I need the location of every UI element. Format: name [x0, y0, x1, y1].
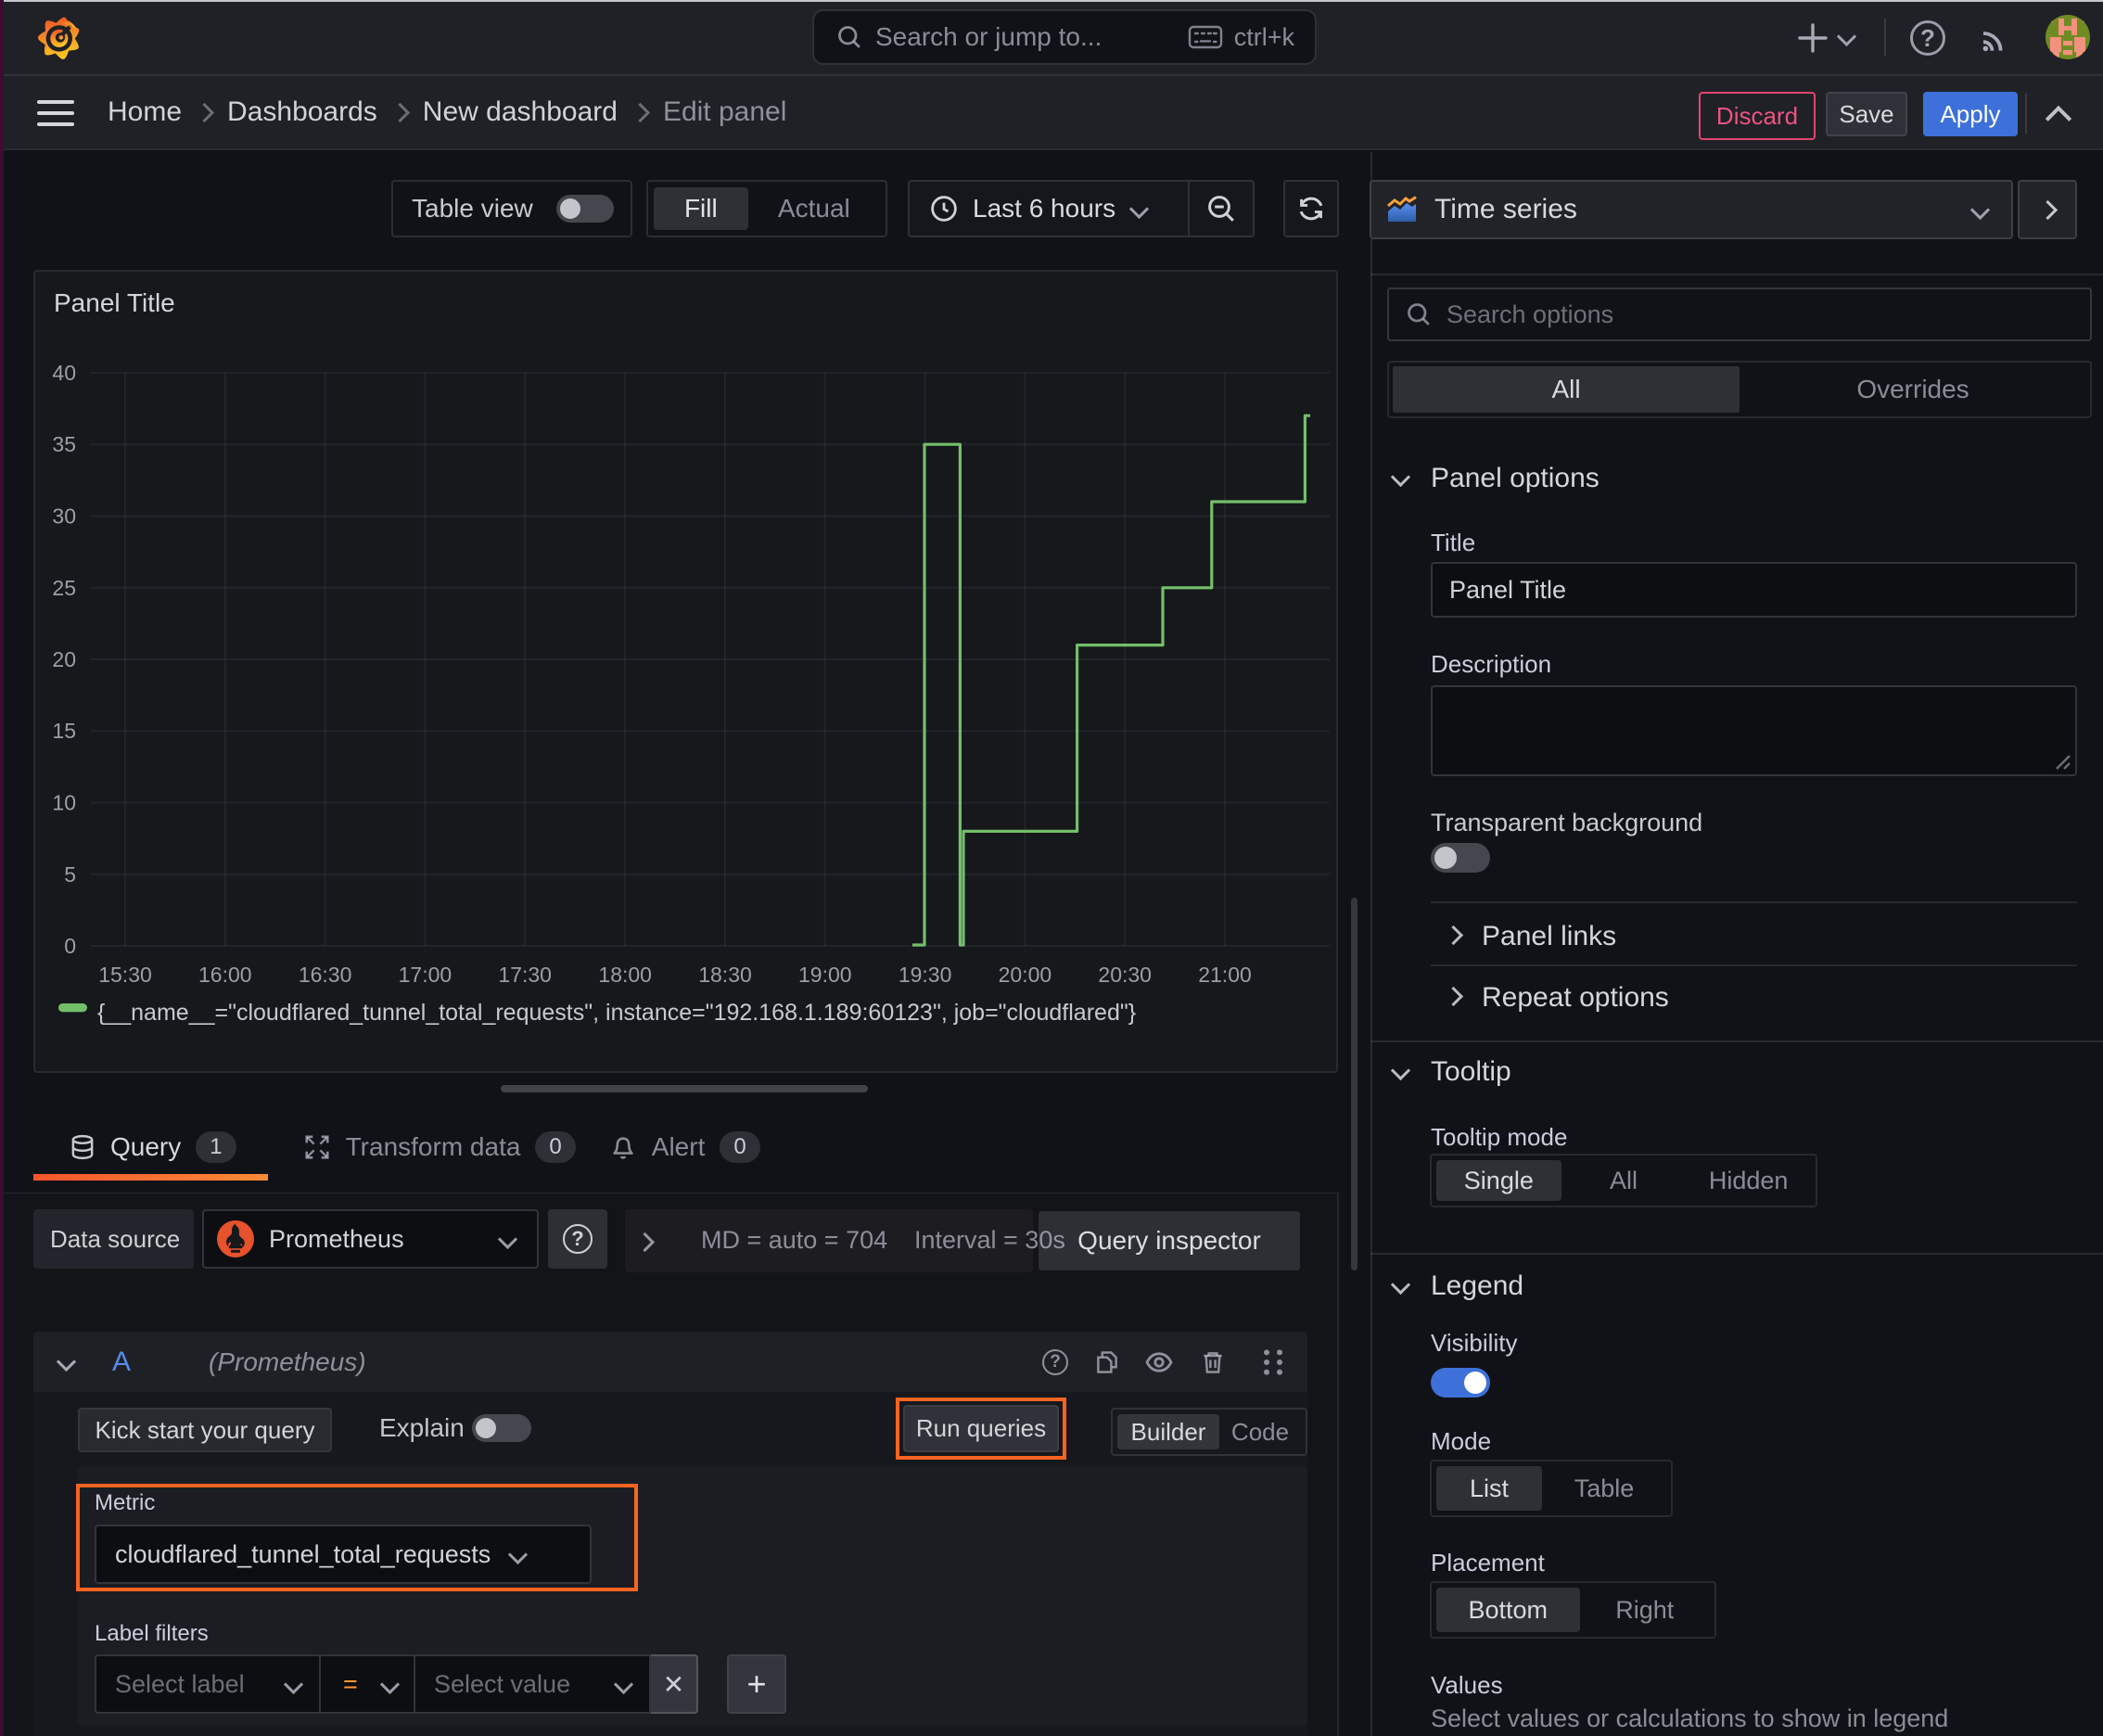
svg-text:25: 25: [52, 576, 76, 600]
svg-text:15:30: 15:30: [98, 963, 152, 987]
svg-text:20:00: 20:00: [999, 963, 1052, 987]
svg-text:5: 5: [64, 862, 76, 887]
svg-text:20: 20: [52, 647, 76, 671]
svg-text:40: 40: [52, 361, 76, 385]
svg-text:10: 10: [52, 791, 76, 815]
svg-text:16:30: 16:30: [299, 963, 352, 987]
svg-text:17:00: 17:00: [399, 963, 452, 987]
svg-text:18:30: 18:30: [698, 963, 752, 987]
svg-text:30: 30: [52, 504, 76, 529]
svg-text:{__name__="cloudflared_tunnel_: {__name__="cloudflared_tunnel_total_requ…: [97, 1000, 1136, 1026]
svg-text:19:00: 19:00: [798, 963, 852, 987]
svg-text:0: 0: [64, 934, 76, 958]
svg-text:17:30: 17:30: [498, 963, 552, 987]
svg-text:18:00: 18:00: [598, 963, 652, 987]
svg-text:21:00: 21:00: [1198, 963, 1252, 987]
svg-text:19:30: 19:30: [899, 963, 952, 987]
svg-text:16:00: 16:00: [198, 963, 252, 987]
svg-text:15: 15: [52, 719, 76, 743]
svg-text:35: 35: [52, 432, 76, 456]
svg-text:20:30: 20:30: [1098, 963, 1152, 987]
